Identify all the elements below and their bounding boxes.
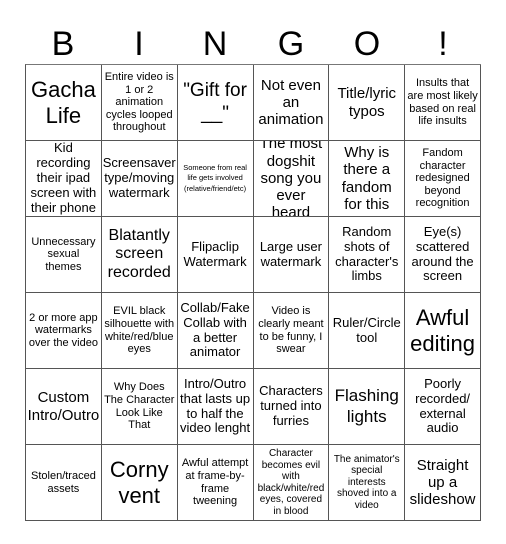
bingo-cell[interactable]: Gacha Life xyxy=(26,65,102,141)
cell-text: Fandom character redesigned beyond recog… xyxy=(415,146,470,210)
bingo-cell[interactable]: Random shots of character's limbs xyxy=(329,217,406,293)
cell-text: 2 or more app watermarks over the video xyxy=(28,311,98,349)
title-letter-n: N xyxy=(202,25,228,63)
bingo-cell[interactable]: 2 or more app watermarks over the video xyxy=(26,293,102,369)
title-letter-b: B xyxy=(51,25,75,63)
bingo-cell[interactable]: Eye(s) scattered around the screen xyxy=(405,217,481,293)
cell-text: Unnecessary sexual themes xyxy=(31,235,96,273)
bingo-cell[interactable]: Entire video is 1 or 2 animation cycles … xyxy=(101,65,178,141)
cell-text: The most dogshit song you ever heard xyxy=(259,141,323,217)
cell-text: Corny vent xyxy=(109,457,169,508)
cell-text: Collab/Fake Collab with a better animato… xyxy=(180,299,250,360)
cell-text: Characters turned into furries xyxy=(259,383,323,428)
bingo-cell[interactable]: Blatantly screen recorded xyxy=(101,217,178,293)
bingo-cell[interactable]: Characters turned into furries xyxy=(253,369,330,445)
bingo-cell[interactable]: Poorly recorded/ external audio xyxy=(405,369,481,445)
cell-text: Video is clearly meant to be funny, I sw… xyxy=(258,305,324,356)
bingo-cell[interactable]: Screensaver type/moving watermark xyxy=(101,141,178,217)
cell-text: Eye(s) scattered around the screen xyxy=(411,223,474,284)
bingo-cell[interactable]: Awful editing xyxy=(405,293,481,369)
cell-text: Awful attempt at frame-by-frame tweening xyxy=(181,457,249,508)
cell-text: Blatantly screen recorded xyxy=(107,226,171,281)
bingo-cell[interactable]: Why Does The Character Look Like That xyxy=(101,369,178,445)
cell-text: Large user watermark xyxy=(259,238,322,269)
bingo-cell[interactable]: Flipaclip Watermark xyxy=(177,217,254,293)
bingo-cell[interactable]: The animator's special interests shoved … xyxy=(329,445,406,521)
cell-text: Flipaclip Watermark xyxy=(183,238,247,269)
title-letter-g: G xyxy=(277,25,305,63)
cell-text: EVIL black silhouette with white/red/blu… xyxy=(104,305,175,356)
cell-text: Awful editing xyxy=(410,305,475,356)
bingo-cell[interactable]: Collab/Fake Collab with a better animato… xyxy=(177,293,254,369)
cell-text: The animator's special interests shoved … xyxy=(333,453,400,511)
bingo-cell[interactable]: Video is clearly meant to be funny, I sw… xyxy=(253,293,330,369)
bingo-cell[interactable]: Straight up a slideshow xyxy=(405,445,481,521)
bingo-title: B I N G O ! xyxy=(25,24,481,64)
cell-text: Poorly recorded/ external audio xyxy=(415,375,471,436)
cell-text: Insults that are most likely based on re… xyxy=(407,77,478,128)
title-letter-o: O xyxy=(353,25,381,63)
cell-text: Intro/Outro that lasts up to half the vi… xyxy=(180,375,251,436)
bingo-cell[interactable]: Custom Intro/Outro xyxy=(26,369,102,445)
cell-text: Why is there a fandom for this xyxy=(341,144,392,213)
cell-text: Not even an animation xyxy=(258,76,324,129)
title-letter-i: I xyxy=(134,25,144,63)
bingo-cell[interactable]: Not even an animation xyxy=(253,65,330,141)
bingo-cell[interactable]: "Gift for __" xyxy=(177,65,254,141)
cell-text: Stolen/traced assets xyxy=(31,469,96,495)
bingo-cell[interactable]: Character becomes evil with black/white/… xyxy=(253,445,330,521)
bingo-cell[interactable]: The most dogshit song you ever heard xyxy=(253,141,330,217)
cell-text: Ruler/Circle tool xyxy=(332,314,401,345)
bingo-cell[interactable]: Why is there a fandom for this xyxy=(329,141,406,217)
bingo-cell[interactable]: Insults that are most likely based on re… xyxy=(405,65,481,141)
cell-text: "Gift for __" xyxy=(183,79,247,124)
bingo-grid: Gacha Life Entire video is 1 or 2 animat… xyxy=(25,64,481,521)
title-letter-exclamation: ! xyxy=(438,25,448,63)
cell-text: Flashing lights xyxy=(334,386,399,426)
bingo-cell[interactable]: Intro/Outro that lasts up to half the vi… xyxy=(177,369,254,445)
cell-text: Character becomes evil with black/white/… xyxy=(257,448,325,517)
cell-text: Title/lyric typos xyxy=(337,85,397,120)
bingo-cell[interactable]: Flashing lights xyxy=(329,369,406,445)
bingo-cell[interactable]: Corny vent xyxy=(101,445,178,521)
bingo-cell[interactable]: Ruler/Circle tool xyxy=(329,293,406,369)
cell-text: Why Does The Character Look Like That xyxy=(104,381,175,432)
cell-text: Kid recording their ipad screen with the… xyxy=(30,141,97,215)
bingo-cell[interactable]: Kid recording their ipad screen with the… xyxy=(26,141,102,217)
cell-text: Entire video is 1 or 2 animation cycles … xyxy=(104,70,174,134)
cell-text: Random shots of character's limbs xyxy=(335,223,399,284)
cell-text: Straight up a slideshow xyxy=(409,456,476,509)
bingo-cell[interactable]: Large user watermark xyxy=(253,217,330,293)
cell-text: Someone from real life gets involved (re… xyxy=(183,163,247,193)
cell-text: Gacha Life xyxy=(31,77,96,128)
bingo-cell[interactable]: Title/lyric typos xyxy=(329,65,406,141)
bingo-cell[interactable]: Someone from real life gets involved (re… xyxy=(177,141,254,217)
bingo-cell[interactable]: Awful attempt at frame-by-frame tweening xyxy=(177,445,254,521)
cell-text: Screensaver type/moving watermark xyxy=(102,155,176,200)
bingo-cell[interactable]: Fandom character redesigned beyond recog… xyxy=(405,141,481,217)
bingo-cell[interactable]: Unnecessary sexual themes xyxy=(26,217,102,293)
bingo-cell[interactable]: EVIL black silhouette with white/red/blu… xyxy=(101,293,178,369)
bingo-cell[interactable]: Stolen/traced assets xyxy=(26,445,102,521)
cell-text: Custom Intro/Outro xyxy=(27,389,100,424)
